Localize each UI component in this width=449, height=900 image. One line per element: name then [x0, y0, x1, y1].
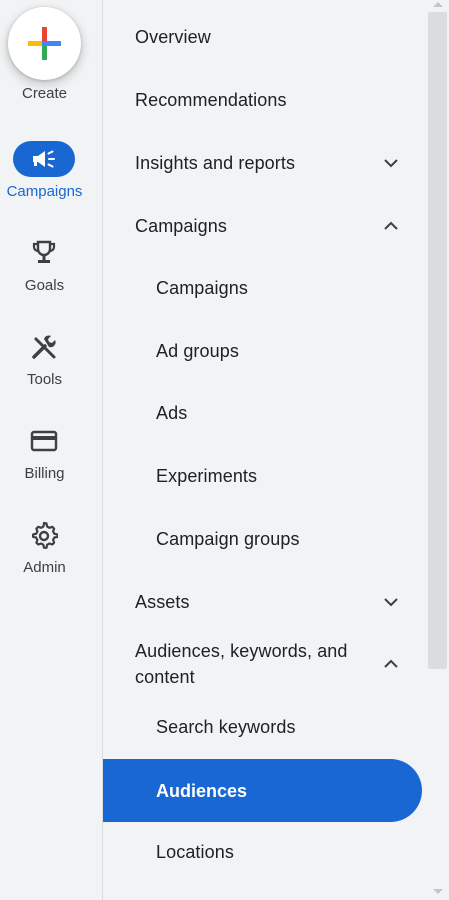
- nav-item-label: Locations: [156, 842, 234, 862]
- create-label: Create: [21, 85, 68, 102]
- nav-item-label: Insights and reports: [135, 153, 296, 173]
- nav-item-label: Ads: [156, 403, 188, 423]
- nav-item-label: Ad groups: [156, 341, 239, 361]
- nav-item-ad-groups[interactable]: Ad groups: [103, 338, 425, 364]
- megaphone-icon: [33, 150, 55, 168]
- chevron-down-icon: [384, 598, 398, 607]
- nav-item-insights-and-reports[interactable]: Insights and reports: [103, 150, 425, 176]
- campaigns-rail-button[interactable]: [13, 141, 75, 177]
- nav-item-label: Recommendations: [135, 90, 287, 110]
- tools-rail-label[interactable]: Tools: [0, 371, 89, 388]
- nav-item-locations[interactable]: Locations: [103, 839, 425, 865]
- nav-item-label: Overview: [135, 27, 211, 47]
- nav-item-ads[interactable]: Ads: [103, 400, 425, 426]
- nav-item-recommendations[interactable]: Recommendations: [103, 87, 425, 113]
- nav-item-assets[interactable]: Assets: [103, 589, 425, 615]
- create-button[interactable]: [8, 7, 81, 80]
- nav-item-label-line2: content: [135, 667, 195, 687]
- admin-rail-label[interactable]: Admin: [0, 559, 89, 576]
- chevron-down-icon: [384, 159, 398, 168]
- nav-item-overview[interactable]: Overview: [103, 24, 425, 50]
- left-rail: Create Campaigns Goals Tools Billing Adm…: [0, 0, 103, 900]
- nav-item-label: Search keywords: [156, 717, 296, 737]
- billing-rail-label[interactable]: Billing: [0, 465, 89, 482]
- nav-item-label: Campaigns: [156, 278, 248, 298]
- credit-card-icon[interactable]: [29, 426, 59, 456]
- nav-item-campaign-groups[interactable]: Campaign groups: [103, 526, 425, 552]
- nav-item-label: Audiences, keywords, and: [135, 641, 348, 661]
- nav-item-label: Assets: [135, 592, 190, 612]
- trophy-icon[interactable]: [29, 238, 59, 268]
- nav-item-label: Experiments: [156, 466, 258, 486]
- gear-icon[interactable]: [29, 520, 59, 550]
- nav-item-campaigns-group[interactable]: Campaigns: [103, 213, 425, 239]
- campaigns-rail-label: Campaigns: [6, 183, 83, 200]
- scroll-up-arrow-icon[interactable]: [433, 2, 443, 7]
- nav-item-audiences-selected[interactable]: [103, 759, 422, 822]
- tools-icon[interactable]: [29, 332, 59, 362]
- nav-item-experiments[interactable]: Experiments: [103, 463, 425, 489]
- chevron-up-icon: [384, 659, 398, 668]
- nav-item-search-keywords[interactable]: Search keywords: [103, 714, 425, 740]
- nav-item-audiences-keywords-content[interactable]: Audiences, keywords, and content: [103, 638, 425, 690]
- nav-item-audiences-label: Audiences: [156, 781, 248, 801]
- chevron-up-icon: [384, 221, 398, 230]
- nav-item-label: Campaign groups: [156, 529, 300, 549]
- scrollbar-thumb[interactable]: [428, 12, 447, 669]
- plus-icon: [28, 27, 61, 60]
- goals-rail-label[interactable]: Goals: [0, 277, 89, 294]
- nav-item-label: Campaigns: [135, 216, 227, 236]
- scroll-down-arrow-icon[interactable]: [433, 889, 443, 894]
- nav-item-campaigns[interactable]: Campaigns: [103, 275, 425, 301]
